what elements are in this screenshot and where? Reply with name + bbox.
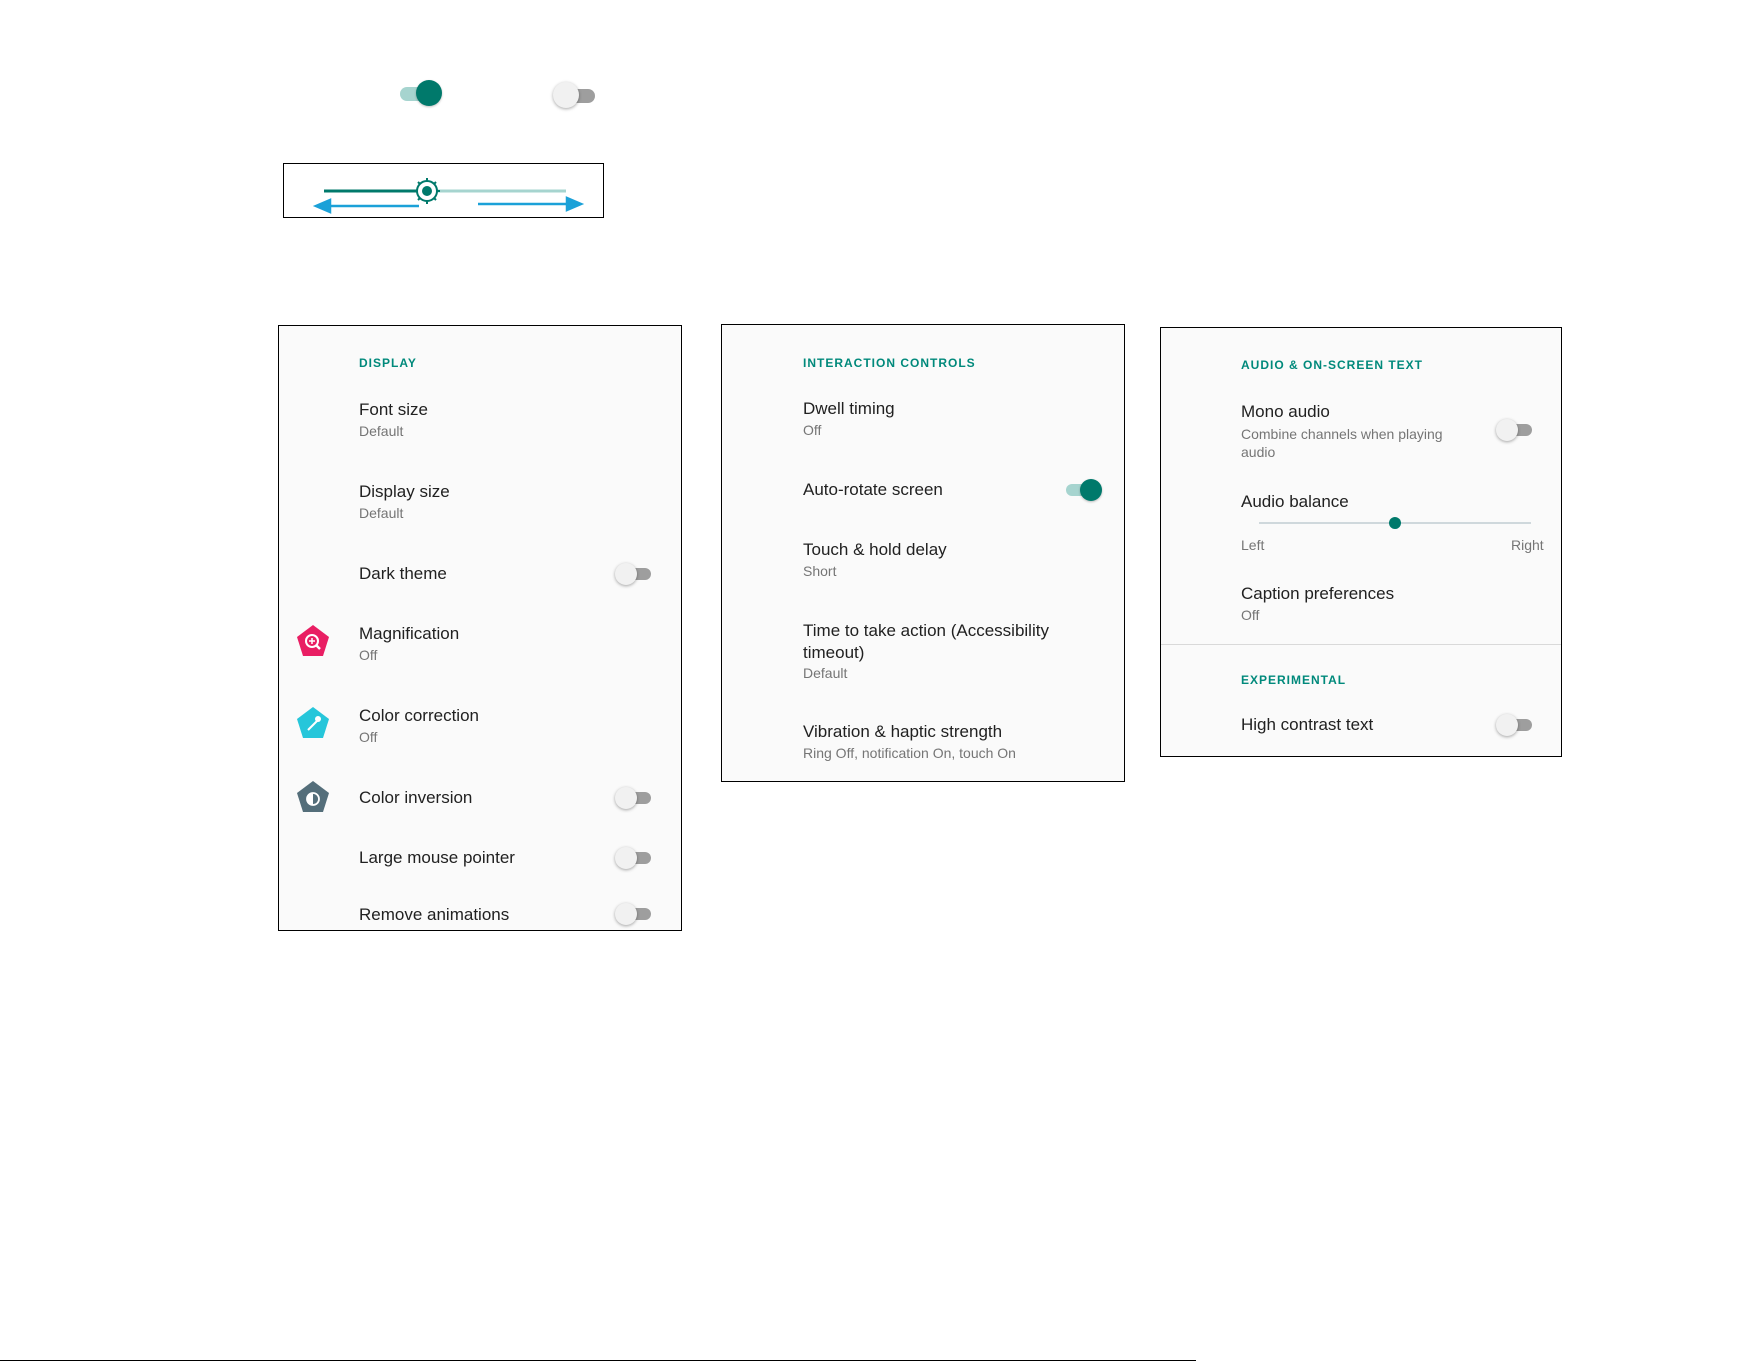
demo-toggle-off[interactable] xyxy=(553,81,599,109)
item-subtitle: Default xyxy=(803,665,848,681)
toggle-thumb xyxy=(1496,419,1518,441)
item-title: Audio balance xyxy=(1241,492,1349,511)
mono-audio-toggle[interactable] xyxy=(1496,418,1536,442)
increase-arrow xyxy=(478,196,585,212)
item-title: Dark theme xyxy=(359,564,447,583)
item-subtitle: Off xyxy=(1241,607,1260,623)
display-panel: DISPLAY Font size Default Display size D… xyxy=(278,325,682,931)
color-inversion-icon xyxy=(297,781,329,812)
brightness-icon xyxy=(414,178,440,204)
item-subtitle: Off xyxy=(803,422,822,438)
item-title: Time to take action (Accessibility timeo… xyxy=(803,621,1049,662)
dark-theme-toggle[interactable] xyxy=(615,562,655,586)
color-inversion-toggle[interactable] xyxy=(615,786,655,810)
item-title: Vibration & haptic strength xyxy=(803,722,1003,741)
item-title: Auto-rotate screen xyxy=(803,480,943,499)
section-header-display: DISPLAY xyxy=(359,356,417,370)
item-subtitle: Combine channels when playing audio xyxy=(1241,426,1443,460)
item-title: Font size xyxy=(359,400,428,419)
large-mouse-pointer-toggle[interactable] xyxy=(615,846,655,870)
item-title: Dwell timing xyxy=(803,399,895,418)
item-title: Mono audio xyxy=(1241,402,1330,421)
section-divider xyxy=(1161,644,1561,645)
high-contrast-text-toggle[interactable] xyxy=(1496,713,1536,737)
item-subtitle: Short xyxy=(803,563,837,579)
item-title: Color correction xyxy=(359,706,479,725)
item-subtitle: Off xyxy=(359,729,378,745)
demo-toggle-on[interactable] xyxy=(396,79,442,107)
audio-balance-slider[interactable] xyxy=(1257,513,1537,533)
toggle-thumb xyxy=(416,80,442,106)
brightness-slider-graphic[interactable] xyxy=(284,164,605,219)
toggle-thumb xyxy=(615,847,637,869)
slider-thumb xyxy=(1389,517,1401,529)
toggle-thumb xyxy=(615,563,637,585)
auto-rotate-toggle[interactable] xyxy=(1062,478,1102,502)
toggle-thumb xyxy=(615,787,637,809)
item-subtitle: Off xyxy=(359,647,378,663)
section-header-experimental: EXPERIMENTAL xyxy=(1241,673,1347,687)
brightness-slider-demo xyxy=(283,163,604,218)
toggle-thumb xyxy=(553,82,579,108)
section-header-interaction: INTERACTION CONTROLS xyxy=(803,356,976,370)
balance-left-label: Left xyxy=(1241,537,1265,553)
item-subtitle: Ring Off, notification On, touch On xyxy=(803,745,1016,761)
toggle-thumb xyxy=(1496,714,1518,736)
audio-onscreen-text-panel: AUDIO & ON-SCREEN TEXT Mono audio Combin… xyxy=(1160,327,1562,757)
item-subtitle: Default xyxy=(359,423,404,439)
toggle-thumb xyxy=(1080,479,1102,501)
item-title: Large mouse pointer xyxy=(359,848,515,867)
item-title: Caption preferences xyxy=(1241,584,1395,603)
item-title: High contrast text xyxy=(1241,715,1374,734)
decrease-arrow xyxy=(312,198,419,214)
item-subtitle: Default xyxy=(359,505,404,521)
color-correction-icon xyxy=(297,707,329,738)
remove-animations-toggle[interactable] xyxy=(615,902,655,926)
magnification-icon xyxy=(297,625,329,656)
interaction-controls-panel: INTERACTION CONTROLS Dwell timing Off Au… xyxy=(721,324,1125,782)
section-header-audio: AUDIO & ON-SCREEN TEXT xyxy=(1241,358,1424,372)
item-title: Touch & hold delay xyxy=(803,540,947,559)
item-title: Display size xyxy=(359,482,450,501)
item-title: Magnification xyxy=(359,624,460,643)
toggle-thumb xyxy=(615,903,637,925)
item-title: Remove animations xyxy=(359,905,510,924)
item-title: Color inversion xyxy=(359,788,473,807)
balance-right-label: Right xyxy=(1511,537,1544,553)
